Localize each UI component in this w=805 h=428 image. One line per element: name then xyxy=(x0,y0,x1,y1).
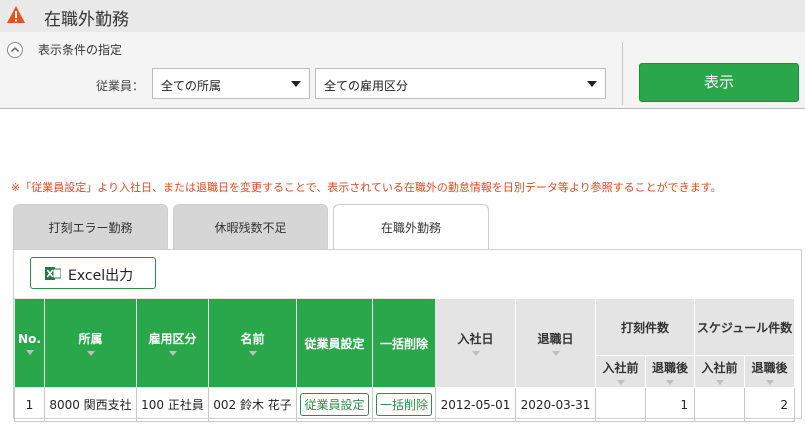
sort-icon xyxy=(551,351,560,356)
col-retire-date[interactable]: 退職日 xyxy=(515,298,596,388)
col-sched-before-label: 入社前 xyxy=(701,360,738,375)
col-group-punch-count: 打刻件数 xyxy=(595,298,695,356)
cell-punch-after: 1 xyxy=(645,387,695,422)
col-hire-date[interactable]: 入社日 xyxy=(435,298,516,388)
col-no[interactable]: No. xyxy=(14,298,45,388)
col-department-label: 所属 xyxy=(78,332,103,346)
department-select-value: 全ての所属 xyxy=(161,79,222,93)
cell-punch-before xyxy=(595,387,646,422)
col-group-schedule-count: スケジュール件数 xyxy=(694,298,795,356)
col-retire-date-label: 退職日 xyxy=(537,332,574,346)
employee-settings-button[interactable]: 従業員設定 xyxy=(300,393,369,416)
col-department[interactable]: 所属 xyxy=(44,298,137,388)
title-bar: 在職外勤務 xyxy=(0,0,805,32)
col-sched-before-hire[interactable]: 入社前 xyxy=(694,355,745,388)
col-hire-date-label: 入社日 xyxy=(457,332,494,346)
col-no-label: No. xyxy=(18,331,41,346)
condition-section-label: 表示条件の指定 xyxy=(38,43,123,57)
col-emp-settings: 従業員設定 xyxy=(296,298,373,388)
cell-retire-date: 2020-03-31 xyxy=(515,387,596,422)
sort-icon xyxy=(616,379,625,385)
cell-name: 002 鈴木 花子 xyxy=(208,387,297,422)
sort-icon xyxy=(765,379,774,385)
sort-icon xyxy=(168,351,177,356)
col-punch-before-hire[interactable]: 入社前 xyxy=(595,355,646,388)
bulk-delete-button[interactable]: 一括削除 xyxy=(375,393,432,416)
excel-export-label: Excel出力 xyxy=(68,268,134,284)
col-employment-label: 雇用区分 xyxy=(148,332,197,346)
chevron-down-icon xyxy=(587,81,597,87)
col-sched-after-label: 退職後 xyxy=(751,360,788,375)
cell-sched-before xyxy=(694,387,745,422)
col-employment[interactable]: 雇用区分 xyxy=(136,298,209,388)
condition-panel: 表示条件の指定 従業員： 全ての所属 全ての雇用区分 表示 xyxy=(0,32,805,109)
show-button[interactable]: 表示 xyxy=(639,63,799,102)
employee-label: 従業員： xyxy=(96,79,145,93)
excel-icon xyxy=(45,267,61,280)
notice-text: ※「従業員設定」より入社日、または退職日を変更することで、表示されている在職外の… xyxy=(11,181,722,194)
cell-sched-after: 2 xyxy=(744,387,795,422)
col-name-label: 名前 xyxy=(240,332,265,346)
page-title: 在職外勤務 xyxy=(44,10,129,30)
sort-icon xyxy=(86,351,95,356)
col-sched-after-retire[interactable]: 退職後 xyxy=(744,355,795,388)
col-punch-after-label: 退職後 xyxy=(651,360,688,375)
cell-bulk-delete: 一括削除 xyxy=(372,387,436,422)
chevron-down-icon xyxy=(291,81,301,87)
cell-hire-date: 2012-05-01 xyxy=(435,387,516,422)
employment-type-select[interactable]: 全ての雇用区分 xyxy=(315,68,606,99)
tab-outside-employment[interactable]: 在職外勤務 xyxy=(333,204,489,250)
sort-icon xyxy=(25,349,34,355)
col-bulk-delete: 一括削除 xyxy=(372,298,436,388)
table-row: 1 8000 関西支社 100 正社員 002 鈴木 花子 従業員設定 一括削除… xyxy=(14,387,795,422)
sort-icon xyxy=(248,351,257,356)
sort-icon xyxy=(666,379,674,385)
tab-punch-error[interactable]: 打刻エラー勤務 xyxy=(13,204,168,249)
cell-emp-settings: 従業員設定 xyxy=(296,387,373,422)
divider xyxy=(622,42,623,105)
excel-export-button[interactable]: Excel出力 xyxy=(30,257,156,289)
col-punch-before-label: 入社前 xyxy=(602,360,639,375)
sort-icon xyxy=(471,351,480,356)
cell-no: 1 xyxy=(14,387,45,422)
collapse-toggle-icon[interactable] xyxy=(7,42,23,58)
cell-employment: 100 正社員 xyxy=(136,387,209,422)
tab-leave-shortage[interactable]: 休暇残数不足 xyxy=(173,204,328,249)
employment-select-value: 全ての雇用区分 xyxy=(324,79,409,93)
department-select[interactable]: 全ての所属 xyxy=(152,68,310,99)
cell-department: 8000 関西支社 xyxy=(44,387,137,422)
warning-icon xyxy=(7,6,25,23)
col-punch-after-retire[interactable]: 退職後 xyxy=(645,355,695,388)
outside-employment-table: No. 所属 雇用区分 名前 従業員設定 一括削除 入社日 退職日 打刻件数 ス… xyxy=(14,298,795,422)
col-name[interactable]: 名前 xyxy=(208,298,297,388)
sort-icon xyxy=(715,379,724,385)
